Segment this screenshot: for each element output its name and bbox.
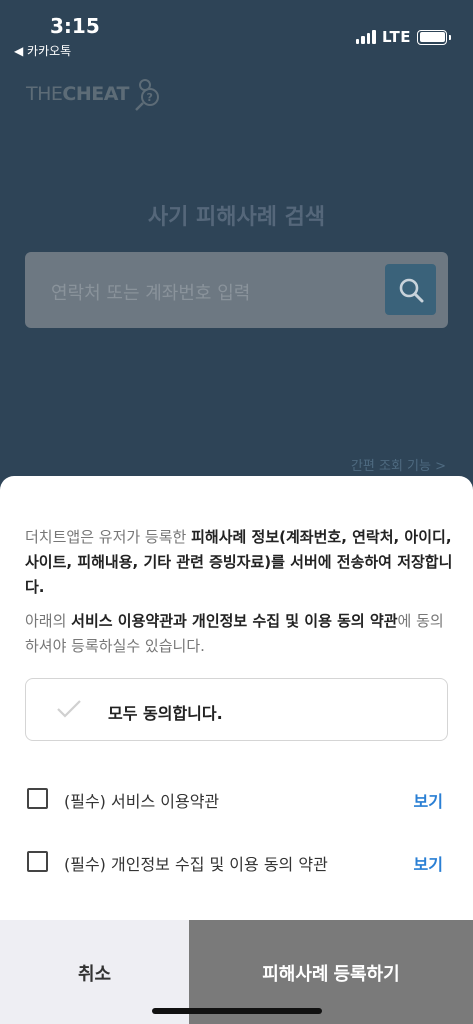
network-type: LTE (381, 28, 411, 46)
terms-agreement-notice: 아래의 서비스 이용약관과 개인정보 수집 및 이용 동의 약관에 동의하셔야 … (25, 612, 444, 655)
service-terms-label: (필수) 서비스 이용약관 (64, 792, 220, 811)
privacy-terms-view-link[interactable]: 보기 (414, 851, 443, 875)
battery-icon (417, 29, 451, 45)
privacy-terms-label: (필수) 개인정보 수집 및 이용 동의 약관 (64, 855, 328, 874)
status-indicators: LTE (355, 28, 451, 46)
quick-search-link[interactable]: 간편 조회 기능 > (351, 455, 446, 474)
home-indicator[interactable] (152, 1008, 322, 1014)
status-bar: 3:15 ◀ 카카오톡 LTE (0, 0, 473, 62)
search-input[interactable]: 연락처 또는 계좌번호 입력 (51, 279, 250, 305)
privacy-terms-checkbox[interactable] (27, 851, 48, 872)
search-icon (399, 278, 423, 302)
detective-magnifier-icon: ? (135, 79, 159, 111)
agree-all-toggle[interactable]: 모두 동의합니다. (25, 678, 448, 741)
back-to-app-link[interactable]: ◀ 카카오톡 (14, 42, 71, 59)
search-box[interactable]: 연락처 또는 계좌번호 입력 (25, 252, 448, 328)
app-logo: THECHEAT ? (26, 76, 163, 112)
status-time: 3:15 (50, 14, 100, 38)
term-row-service: (필수) 서비스 이용약관 보기 (27, 784, 447, 814)
term-row-privacy: (필수) 개인정보 수집 및 이용 동의 약관 보기 (27, 847, 447, 877)
search-button[interactable] (385, 264, 436, 315)
svg-text:?: ? (146, 91, 152, 104)
check-icon (57, 700, 81, 718)
service-terms-checkbox[interactable] (27, 788, 48, 809)
search-title: 사기 피해사례 검색 (147, 205, 326, 230)
agree-all-label: 모두 동의합니다. (108, 704, 223, 723)
signal-icon (355, 30, 376, 44)
data-transfer-notice: 더치트앱은 유저가 등록한 피해사례 정보(계좌번호, 연락처, 아이디, 사이… (25, 528, 453, 596)
consent-bottom-sheet: 더치트앱은 유저가 등록한 피해사례 정보(계좌번호, 연락처, 아이디, 사이… (0, 476, 473, 1024)
service-terms-view-link[interactable]: 보기 (414, 788, 443, 812)
